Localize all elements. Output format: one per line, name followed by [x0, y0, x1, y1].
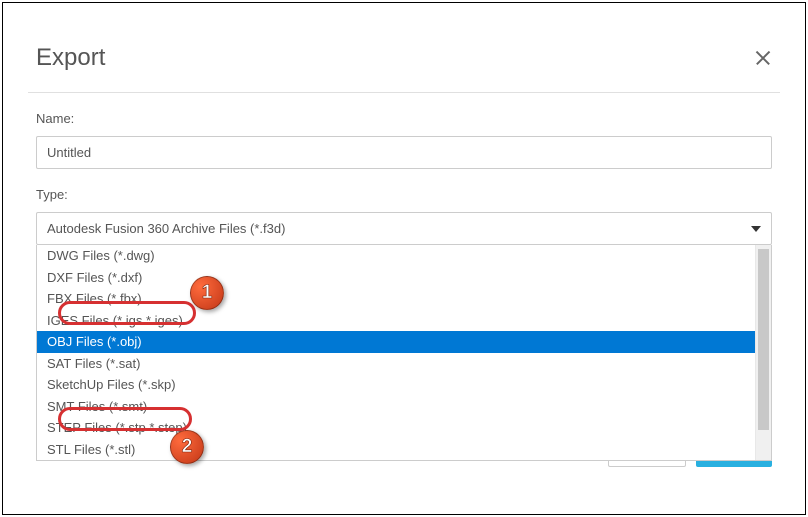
type-dropdown: DWG Files (*.dwg)DXF Files (*.dxf)FBX Fi…: [36, 245, 772, 461]
dropdown-option[interactable]: STL Files (*.stl): [37, 439, 771, 461]
close-icon[interactable]: [754, 49, 772, 67]
export-dialog: Export Name: Type: Autodesk Fusion 360 A…: [28, 32, 780, 485]
type-label: Type:: [36, 187, 772, 202]
dropdown-option[interactable]: DXF Files (*.dxf): [37, 267, 771, 289]
type-select[interactable]: Autodesk Fusion 360 Archive Files (*.f3d…: [36, 212, 772, 245]
dropdown-option[interactable]: SAT Files (*.sat): [37, 353, 771, 375]
dropdown-option[interactable]: FBX Files (*.fbx): [37, 288, 771, 310]
type-select-wrapper: Autodesk Fusion 360 Archive Files (*.f3d…: [36, 212, 772, 245]
dialog-header: Export: [28, 32, 780, 93]
dropdown-options: DWG Files (*.dwg)DXF Files (*.dxf)FBX Fi…: [37, 245, 771, 460]
callout-badge-2: 2: [170, 430, 204, 464]
dropdown-option[interactable]: IGES Files (*.igs *.iges): [37, 310, 771, 332]
dropdown-option[interactable]: STEP Files (*.stp *.step): [37, 417, 771, 439]
dropdown-option[interactable]: SMT Files (*.smt): [37, 396, 771, 418]
chevron-down-icon: [751, 226, 761, 232]
dropdown-option[interactable]: OBJ Files (*.obj): [37, 331, 771, 353]
dropdown-scrollbar[interactable]: [755, 245, 771, 460]
type-section: Type: Autodesk Fusion 360 Archive Files …: [36, 187, 772, 245]
callout-badge-1: 1: [190, 276, 224, 310]
type-selected-value: Autodesk Fusion 360 Archive Files (*.f3d…: [47, 221, 285, 236]
name-label: Name:: [36, 111, 772, 126]
dropdown-option[interactable]: DWG Files (*.dwg): [37, 245, 771, 267]
scrollbar-thumb[interactable]: [758, 249, 769, 430]
dialog-title: Export: [36, 44, 105, 72]
dialog-body: Name: Type: Autodesk Fusion 360 Archive …: [28, 93, 780, 245]
name-input[interactable]: [36, 136, 772, 169]
dropdown-option[interactable]: SketchUp Files (*.skp): [37, 374, 771, 396]
